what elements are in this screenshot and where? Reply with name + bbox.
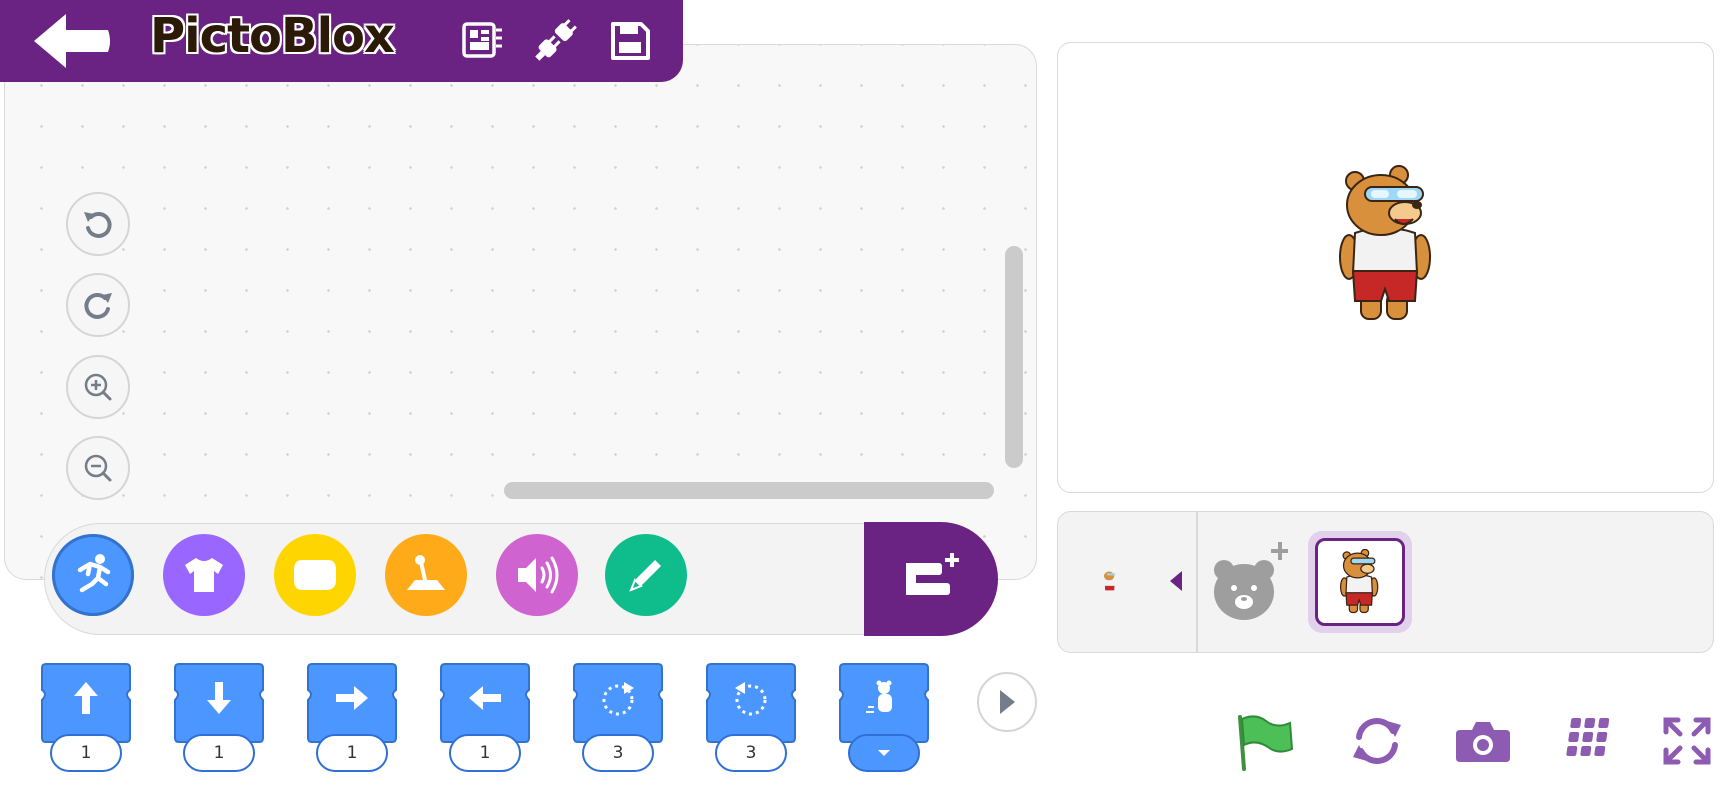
board-button[interactable] bbox=[458, 18, 504, 64]
bear-sprite[interactable] bbox=[1335, 165, 1439, 325]
grid-button[interactable] bbox=[1556, 708, 1622, 774]
code-workspace[interactable] bbox=[4, 44, 1037, 580]
stage[interactable] bbox=[1057, 42, 1714, 493]
collapse-panel-icon[interactable] bbox=[1168, 569, 1184, 593]
rotate-clockwise-icon bbox=[602, 682, 634, 716]
pen-icon bbox=[629, 560, 661, 592]
go-to-sprite-icon bbox=[866, 680, 892, 713]
grid-icon bbox=[1566, 718, 1610, 756]
shirt-icon bbox=[185, 558, 223, 592]
connect-plug-icon bbox=[535, 19, 577, 61]
board-icon bbox=[462, 22, 502, 58]
chevron-right-icon bbox=[1000, 690, 1015, 714]
back-arrow-icon bbox=[34, 14, 110, 68]
category-motion[interactable] bbox=[52, 534, 134, 616]
add-extension-button[interactable] bbox=[864, 522, 998, 636]
zoom-in-icon bbox=[84, 373, 112, 401]
back-button[interactable] bbox=[28, 10, 118, 72]
block-value-input[interactable]: 1 bbox=[449, 734, 521, 772]
add-sprite-bear-icon bbox=[1214, 542, 1289, 620]
undo-icon bbox=[84, 211, 112, 238]
reset-button[interactable] bbox=[1344, 708, 1410, 774]
app-header: PictoBlox bbox=[0, 0, 683, 82]
category-sound[interactable] bbox=[496, 534, 578, 616]
sprite-dropdown[interactable] bbox=[848, 734, 920, 772]
zoom-out-button[interactable] bbox=[66, 436, 130, 500]
category-display[interactable] bbox=[274, 534, 356, 616]
arrow-right-icon bbox=[336, 686, 368, 710]
fullscreen-button[interactable] bbox=[1654, 708, 1720, 774]
undo-button[interactable] bbox=[66, 192, 130, 256]
save-icon bbox=[611, 22, 650, 60]
move-right-block[interactable]: 1 bbox=[306, 662, 398, 772]
category-pen[interactable] bbox=[605, 534, 687, 616]
fullscreen-icon bbox=[1663, 717, 1711, 765]
stage-thumbnail[interactable] bbox=[1102, 570, 1118, 594]
turn-counterclockwise-block[interactable]: 3 bbox=[705, 662, 797, 772]
sprite-panel-divider bbox=[1196, 512, 1198, 652]
add-extension-icon bbox=[906, 553, 959, 595]
move-down-block[interactable]: 1 bbox=[173, 662, 265, 772]
arrow-up-icon bbox=[74, 682, 98, 714]
running-figure-icon bbox=[77, 554, 111, 593]
arrow-left-icon bbox=[469, 686, 501, 710]
redo-icon bbox=[84, 292, 112, 319]
speaker-icon bbox=[518, 556, 559, 594]
go-to-sprite-block[interactable] bbox=[838, 662, 930, 772]
camera-button[interactable] bbox=[1450, 708, 1516, 774]
block-value-input[interactable]: 3 bbox=[582, 734, 654, 772]
chevron-down-icon bbox=[878, 750, 890, 756]
save-button[interactable] bbox=[607, 18, 653, 64]
app-title: PictoBlox bbox=[150, 8, 395, 64]
sprite-thumbnail-selected[interactable] bbox=[1308, 531, 1412, 633]
green-flag-button[interactable] bbox=[1232, 708, 1298, 774]
vertical-scrollbar[interactable] bbox=[1005, 246, 1023, 468]
turn-clockwise-block[interactable]: 3 bbox=[572, 662, 664, 772]
connect-button[interactable] bbox=[532, 18, 578, 64]
category-control[interactable] bbox=[385, 534, 467, 616]
green-flag-icon bbox=[1238, 715, 1294, 771]
redo-button[interactable] bbox=[66, 273, 130, 337]
reset-icon bbox=[1353, 718, 1401, 764]
block-value-input[interactable]: 1 bbox=[183, 734, 255, 772]
move-up-block[interactable]: 1 bbox=[40, 662, 132, 772]
horizontal-scrollbar[interactable] bbox=[504, 482, 994, 499]
camera-icon bbox=[1456, 722, 1510, 762]
arrow-down-icon bbox=[207, 682, 231, 714]
block-value-input[interactable]: 1 bbox=[316, 734, 388, 772]
next-blocks-button[interactable] bbox=[977, 672, 1037, 732]
category-looks[interactable] bbox=[163, 534, 245, 616]
sprite-thumbnail-frame bbox=[1315, 538, 1405, 626]
rotate-counterclockwise-icon bbox=[735, 682, 767, 716]
block-value-input[interactable]: 1 bbox=[50, 734, 122, 772]
move-left-block[interactable]: 1 bbox=[439, 662, 531, 772]
zoom-out-icon bbox=[84, 454, 112, 482]
add-sprite-button[interactable] bbox=[1208, 540, 1289, 624]
joystick-icon bbox=[407, 555, 445, 590]
block-value-input[interactable]: 3 bbox=[715, 734, 787, 772]
speech-bubble-icon bbox=[294, 560, 336, 590]
zoom-in-button[interactable] bbox=[66, 355, 130, 419]
bear-sprite-thumbnail bbox=[1339, 549, 1379, 614]
